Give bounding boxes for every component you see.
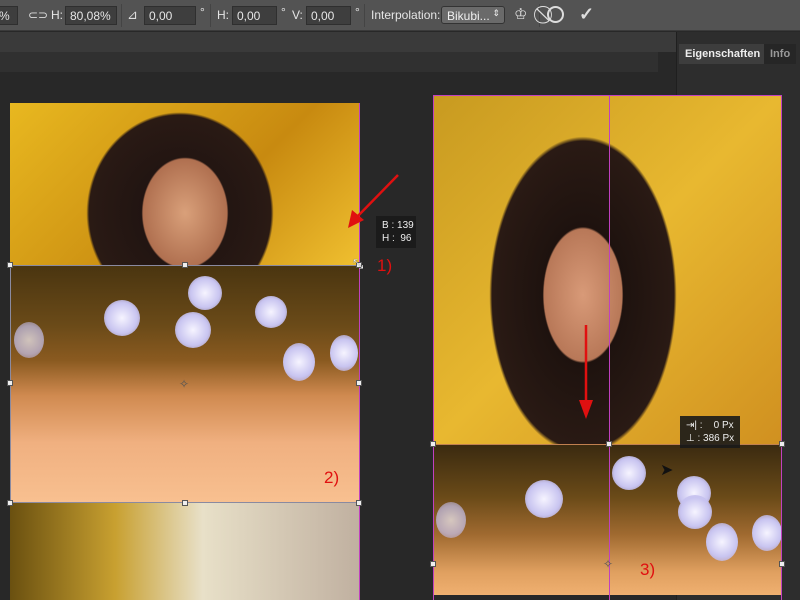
link-icon[interactable]: ⊂⊃ [28, 8, 48, 22]
interpolation-label: Interpolation: [371, 8, 441, 22]
divider [364, 4, 365, 27]
degree-symbol: ° [200, 5, 205, 19]
transform-handle[interactable] [7, 500, 13, 506]
bokeh [14, 322, 44, 358]
transform-handle[interactable] [7, 262, 13, 268]
annotation-3: 3) [640, 560, 656, 579]
transform-handle[interactable] [430, 441, 436, 447]
transform-handle[interactable] [779, 561, 785, 567]
degree-symbol: ° [355, 5, 360, 19]
resize-cursor-icon: ⤡ [353, 256, 364, 271]
width-value: % [0, 9, 10, 23]
transform-handle[interactable] [356, 380, 362, 386]
cursor-arrow-icon: ➤ [660, 462, 674, 479]
transform-handle[interactable] [356, 500, 362, 506]
skew-h-label: H: [217, 8, 229, 22]
guide-line [609, 95, 610, 600]
divider [121, 4, 122, 27]
interpolation-value: Bikubi... [447, 9, 490, 23]
left-photo-top [10, 103, 360, 266]
divider [210, 4, 211, 27]
rotation-field[interactable]: 0,00 [144, 6, 196, 25]
transform-handle[interactable] [182, 500, 188, 506]
height-field[interactable]: 80,08% [65, 6, 117, 25]
annotation-2: 2) [324, 468, 340, 487]
degree-symbol: ° [281, 5, 286, 19]
transform-handle[interactable] [606, 441, 612, 447]
divider [539, 4, 540, 27]
bokeh [188, 276, 222, 310]
angle-icon: ⊿ [127, 7, 138, 22]
bokeh [104, 300, 140, 336]
canvas-bounds [433, 95, 782, 600]
annotation-1: 1) [377, 256, 393, 275]
cancel-icon[interactable] [547, 6, 564, 23]
tab-info[interactable]: Info [764, 44, 797, 64]
left-photo-bottom [10, 503, 360, 600]
red-arrow-icon [579, 325, 593, 419]
skew-v-field[interactable]: 0,00 [306, 6, 351, 25]
chevron-updown-icon: ⇕ [492, 8, 500, 18]
width-field[interactable]: % [0, 6, 18, 25]
bokeh [255, 296, 287, 328]
interpolation-select[interactable]: Bikubi... ⇕ [441, 6, 505, 24]
transform-handle[interactable] [182, 262, 188, 268]
reference-point-icon[interactable]: ✧ [603, 557, 613, 571]
bokeh [330, 335, 358, 371]
bokeh [283, 343, 315, 381]
options-bar: % ⊂⊃ H: 80,08% ⊿ 0,00 ° H: 0,00 ° V: 0,0… [0, 0, 800, 31]
transform-handle[interactable] [430, 561, 436, 567]
reference-point-icon[interactable]: ✧ [179, 377, 189, 391]
ruler-area [0, 52, 658, 72]
bokeh [175, 312, 211, 348]
transform-handle[interactable] [779, 441, 785, 447]
skew-v-label: V: [292, 8, 303, 22]
transform-handle[interactable] [7, 380, 13, 386]
red-arrow-icon [348, 174, 399, 228]
commit-checkmark-icon[interactable]: ✓ [579, 4, 594, 25]
height-label: H: [51, 8, 63, 22]
document-tab-bar [0, 32, 676, 52]
warp-icon[interactable]: ♔ [514, 5, 527, 23]
tab-eigenschaften[interactable]: Eigenschaften [679, 44, 767, 64]
skew-h-field[interactable]: 0,00 [232, 6, 277, 25]
move-offset-tooltip: ⇥| : 0 Px ⊥ : 386 Px [680, 416, 741, 448]
